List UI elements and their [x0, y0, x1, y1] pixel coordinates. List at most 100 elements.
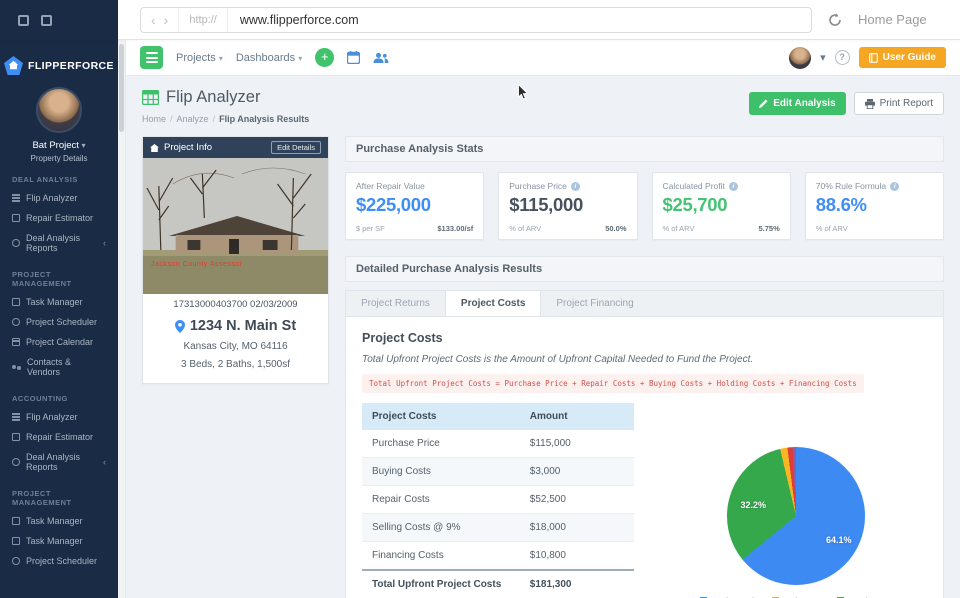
caret-down-icon: ▾ — [219, 54, 223, 63]
house-icon — [150, 144, 159, 152]
section-deal-analysis: DEAL ANALYSIS — [0, 163, 118, 188]
sidebar-item-project-scheduler[interactable]: Project Scheduler — [0, 312, 118, 332]
page-title: Flip Analyzer — [166, 88, 260, 107]
property-specs: 3 Beds, 2 Baths, 1,500sf — [143, 359, 328, 383]
sidebar-item-deal-analysis-reports-2[interactable]: Deal Analysis Reports‹ — [0, 447, 118, 477]
breadcrumb-home[interactable]: Home — [142, 114, 166, 124]
sidebar-item-repair-estimator-2[interactable]: Repair Estimator — [0, 427, 118, 447]
sidebar-scrollbar[interactable] — [118, 40, 126, 598]
print-report-button[interactable]: Print Report — [854, 92, 944, 115]
sidebar-item-deal-analysis-reports[interactable]: Deal Analysis Reports‹ — [0, 228, 118, 258]
info-icon[interactable]: i — [571, 182, 580, 191]
arv-value: $225,000 — [356, 194, 473, 216]
info-icon[interactable]: i — [890, 182, 899, 191]
project-info-card: Project Info Edit Details — [142, 136, 329, 384]
task-manager-icon — [12, 537, 20, 545]
edit-details-button[interactable]: Edit Details — [271, 141, 321, 154]
url-scheme: http:// — [179, 8, 228, 32]
edit-analysis-button[interactable]: Edit Analysis — [749, 92, 845, 115]
stat-card-purchase-price: Purchase Pricei $115,000 % of ARV50.0% — [498, 172, 637, 240]
project-info-header: Project Info Edit Details — [143, 137, 328, 158]
reports-icon — [12, 458, 20, 466]
home-page-link[interactable]: Home Page — [858, 12, 927, 27]
breadcrumb-analyze[interactable]: Analyze — [177, 114, 209, 124]
nav-dashboards-menu[interactable]: Dashboards ▾ — [236, 52, 302, 64]
project-selector[interactable]: Bat Project ▾ — [0, 140, 118, 151]
breadcrumb: Home/Analyze/Flip Analysis Results — [142, 114, 944, 124]
tab-project-financing[interactable]: Project Financing — [541, 291, 648, 316]
reload-icon[interactable] — [828, 13, 842, 32]
scrollbar-thumb[interactable] — [119, 44, 124, 132]
users-icon — [12, 365, 16, 369]
browser-url-bar[interactable]: ‹ › http:// www.flipperforce.com — [140, 7, 812, 33]
brand-logo[interactable]: FLIPPERFORCE — [0, 40, 118, 75]
info-icon[interactable]: i — [729, 182, 738, 191]
flip-analyzer-icon — [12, 413, 20, 421]
costs-formula: Total Upfront Project Costs = Purchase P… — [362, 374, 864, 393]
stat-card-calculated-profit: Calculated Profiti $25,700 % of ARV5.75% — [652, 172, 791, 240]
sidebar-item-flip-analyzer[interactable]: Flip Analyzer — [0, 188, 118, 208]
property-city: Kansas City, MO 64116 — [143, 341, 328, 352]
detailed-results-header: Detailed Purchase Analysis Results — [345, 256, 944, 282]
help-icon[interactable]: ? — [835, 50, 850, 65]
window-control-icon-2[interactable] — [41, 15, 52, 26]
window-control-icon[interactable] — [18, 15, 29, 26]
user-guide-button[interactable]: User Guide — [859, 47, 946, 68]
sidebar: FLIPPERFORCE Bat Project ▾ Property Deta… — [0, 40, 118, 598]
pie-chart: 32.2% 64.1% — [727, 447, 865, 585]
breadcrumb-current: Flip Analysis Results — [219, 114, 309, 124]
contacts-nav-icon[interactable] — [373, 52, 389, 64]
stat-cards: After Repair Value $225,000 $ per SF$133… — [345, 172, 944, 240]
task-manager-icon — [12, 298, 20, 306]
photo-watermark: Jackson County Assessor — [151, 261, 243, 268]
table-row: Repair Costs$52,500 — [362, 486, 634, 514]
nav-projects-menu[interactable]: Projects ▾ — [176, 52, 223, 64]
back-icon[interactable]: ‹ — [151, 12, 156, 28]
property-details-link[interactable]: Property Details — [0, 154, 118, 163]
section-accounting: ACCOUNTING — [0, 382, 118, 407]
house-photo-image — [143, 158, 328, 294]
forward-icon[interactable]: › — [164, 12, 169, 28]
caret-down-icon: ▾ — [82, 141, 86, 150]
pie-label-purchase: 64.1% — [826, 535, 852, 545]
page-header: Flip Analyzer Home/Analyze/Flip Analysis… — [142, 88, 944, 124]
calculated-profit-value: $25,700 — [663, 194, 780, 216]
tab-project-costs[interactable]: Project Costs — [445, 291, 541, 316]
calendar-nav-icon[interactable] — [347, 51, 360, 64]
project-costs-panel: Project Costs Total Upfront Project Cost… — [345, 317, 944, 598]
add-project-button[interactable]: + — [315, 48, 334, 67]
user-avatar[interactable] — [789, 47, 811, 69]
book-icon — [869, 53, 878, 63]
table-row: Buying Costs$3,000 — [362, 458, 634, 486]
repair-estimator-icon — [12, 214, 20, 222]
stat-card-arv: After Repair Value $225,000 $ per SF$133… — [345, 172, 484, 240]
col-project-costs: Project Costs — [362, 403, 520, 430]
table-row: Selling Costs @ 9%$18,000 — [362, 514, 634, 542]
analysis-column: Purchase Analysis Stats After Repair Val… — [345, 136, 944, 598]
url-text[interactable]: www.flipperforce.com — [228, 13, 359, 27]
main-content: Flip Analyzer Home/Analyze/Flip Analysis… — [126, 76, 960, 598]
sidebar-item-task-manager-3[interactable]: Task Manager — [0, 531, 118, 551]
sidebar-item-contacts-vendors[interactable]: Contacts & Vendors — [0, 352, 118, 382]
sidebar-item-flip-analyzer-2[interactable]: Flip Analyzer — [0, 407, 118, 427]
user-menu-caret-icon[interactable]: ▾ — [820, 51, 826, 64]
sidebar-item-task-manager-2[interactable]: Task Manager — [0, 511, 118, 531]
tab-project-returns[interactable]: Project Returns — [346, 291, 445, 316]
sidebar-item-project-scheduler-2[interactable]: Project Scheduler — [0, 551, 118, 571]
parcel-caption: 17313000403700 02/03/2009 — [143, 294, 328, 312]
sidebar-item-task-manager[interactable]: Task Manager — [0, 292, 118, 312]
table-row: Purchase Price$115,000 — [362, 430, 634, 458]
location-pin-icon — [175, 320, 185, 333]
sidebar-item-project-calendar[interactable]: Project Calendar — [0, 332, 118, 352]
property-photo: Jackson County Assessor — [143, 158, 328, 294]
browser-toolbar: ‹ › http:// www.flipperforce.com Home Pag… — [0, 0, 960, 40]
property-address: 1234 N. Main St — [143, 312, 328, 334]
flip-analyzer-title-icon — [142, 90, 159, 105]
flipperforce-logo-icon — [4, 56, 23, 75]
menu-toggle-button[interactable] — [140, 46, 163, 69]
flip-analyzer-icon — [12, 194, 20, 202]
table-row: Financing Costs$10,800 — [362, 542, 634, 571]
sidebar-item-repair-estimator[interactable]: Repair Estimator — [0, 208, 118, 228]
costs-chart-area: 32.2% 64.1% Purchase Price Buying Costs … — [664, 403, 927, 598]
project-avatar[interactable] — [36, 87, 82, 133]
